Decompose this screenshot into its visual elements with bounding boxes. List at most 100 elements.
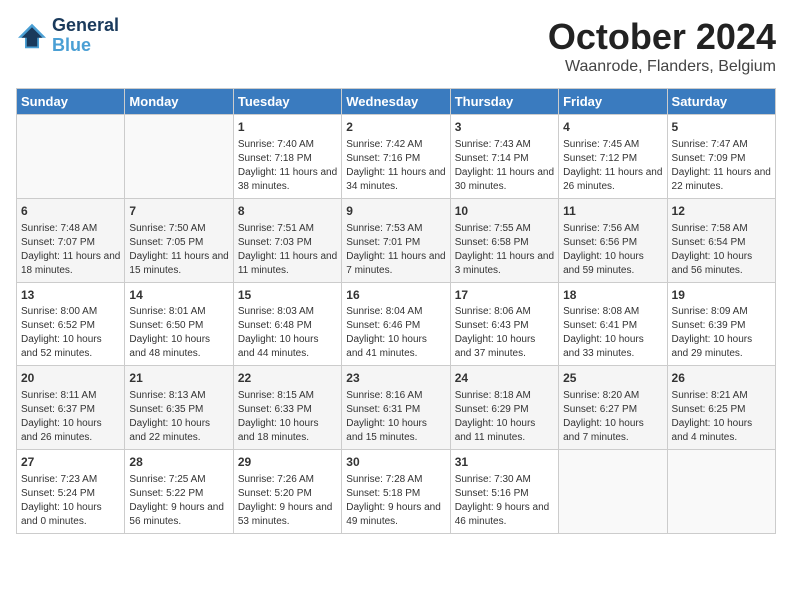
day-info: Sunrise: 7:30 AM Sunset: 5:16 PM Dayligh…: [455, 473, 554, 529]
calendar-cell: 1 Sunrise: 7:40 AM Sunset: 7:18 PM Daylig…: [233, 115, 341, 199]
calendar-cell: [17, 115, 125, 199]
day-info: Sunrise: 7:43 AM Sunset: 7:14 PM Dayligh…: [455, 138, 554, 194]
day-number: 27: [21, 454, 120, 471]
calendar-cell: 31 Sunrise: 7:30 AM Sunset: 5:16 PM Dayli…: [450, 450, 558, 534]
calendar-cell: [559, 450, 667, 534]
calendar-cell: 8 Sunrise: 7:51 AM Sunset: 7:03 PM Daylig…: [233, 198, 341, 282]
calendar-cell: 12 Sunrise: 7:58 AM Sunset: 6:54 PM Dayli…: [667, 198, 775, 282]
calendar-cell: 24Sunrise: 8:18 AM Sunset: 6:29 PM Dayli…: [450, 366, 558, 450]
weekday-header: Sunday: [17, 89, 125, 115]
calendar-week-row: 27 Sunrise: 7:23 AM Sunset: 5:24 PM Dayli…: [17, 450, 776, 534]
day-info: Sunrise: 7:42 AM Sunset: 7:16 PM Dayligh…: [346, 138, 445, 194]
day-number: 2: [346, 119, 445, 136]
calendar-cell: 4Sunrise: 7:45 AM Sunset: 7:12 PM Daylig…: [559, 115, 667, 199]
day-info: Sunrise: 8:03 AM Sunset: 6:48 PM Dayligh…: [238, 305, 337, 361]
day-number: 6: [21, 203, 120, 220]
day-info: Sunrise: 8:11 AM Sunset: 6:37 PM Dayligh…: [21, 389, 120, 445]
day-info: Sunrise: 8:06 AM Sunset: 6:43 PM Dayligh…: [455, 305, 554, 361]
day-number: 25: [563, 370, 662, 387]
day-number: 11: [563, 203, 662, 220]
day-number: 13: [21, 287, 120, 304]
day-number: 30: [346, 454, 445, 471]
calendar-week-row: 20 Sunrise: 8:11 AM Sunset: 6:37 PM Dayli…: [17, 366, 776, 450]
calendar-cell: 2 Sunrise: 7:42 AM Sunset: 7:16 PM Daylig…: [342, 115, 450, 199]
calendar-cell: 22Sunrise: 8:15 AM Sunset: 6:33 PM Dayli…: [233, 366, 341, 450]
calendar-cell: 11 Sunrise: 7:56 AM Sunset: 6:56 PM Dayli…: [559, 198, 667, 282]
calendar-cell: 6 Sunrise: 7:48 AM Sunset: 7:07 PM Daylig…: [17, 198, 125, 282]
day-number: 18: [563, 287, 662, 304]
day-info: Sunrise: 7:55 AM Sunset: 6:58 PM Dayligh…: [455, 222, 554, 278]
month-title: October 2024: [548, 16, 776, 58]
day-number: 21: [129, 370, 228, 387]
calendar-cell: 15Sunrise: 8:03 AM Sunset: 6:48 PM Dayli…: [233, 282, 341, 366]
weekday-header: Friday: [559, 89, 667, 115]
day-number: 19: [672, 287, 771, 304]
calendar-cell: 3 Sunrise: 7:43 AM Sunset: 7:14 PM Daylig…: [450, 115, 558, 199]
day-number: 28: [129, 454, 228, 471]
day-number: 14: [129, 287, 228, 304]
day-number: 20: [21, 370, 120, 387]
day-info: Sunrise: 8:01 AM Sunset: 6:50 PM Dayligh…: [129, 305, 228, 361]
day-number: 5: [672, 119, 771, 136]
logo-text: GeneralBlue: [52, 16, 119, 56]
day-info: Sunrise: 7:50 AM Sunset: 7:05 PM Dayligh…: [129, 222, 228, 278]
calendar-cell: 19Sunrise: 8:09 AM Sunset: 6:39 PM Dayli…: [667, 282, 775, 366]
calendar-cell: 17Sunrise: 8:06 AM Sunset: 6:43 PM Dayli…: [450, 282, 558, 366]
weekday-header: Saturday: [667, 89, 775, 115]
calendar-cell: 7 Sunrise: 7:50 AM Sunset: 7:05 PM Daylig…: [125, 198, 233, 282]
day-info: Sunrise: 7:25 AM Sunset: 5:22 PM Dayligh…: [129, 473, 228, 529]
calendar-cell: 21 Sunrise: 8:13 AM Sunset: 6:35 PM Dayli…: [125, 366, 233, 450]
day-number: 29: [238, 454, 337, 471]
location: Waanrode, Flanders, Belgium: [548, 58, 776, 76]
day-info: Sunrise: 8:20 AM Sunset: 6:27 PM Dayligh…: [563, 389, 662, 445]
day-info: Sunrise: 8:16 AM Sunset: 6:31 PM Dayligh…: [346, 389, 445, 445]
weekday-header-row: SundayMondayTuesdayWednesdayThursdayFrid…: [17, 89, 776, 115]
day-info: Sunrise: 8:04 AM Sunset: 6:46 PM Dayligh…: [346, 305, 445, 361]
day-number: 12: [672, 203, 771, 220]
calendar-cell: 9 Sunrise: 7:53 AM Sunset: 7:01 PM Daylig…: [342, 198, 450, 282]
day-info: Sunrise: 8:08 AM Sunset: 6:41 PM Dayligh…: [563, 305, 662, 361]
calendar-cell: 30 Sunrise: 7:28 AM Sunset: 5:18 PM Dayli…: [342, 450, 450, 534]
calendar-cell: [667, 450, 775, 534]
calendar-cell: 10 Sunrise: 7:55 AM Sunset: 6:58 PM Dayli…: [450, 198, 558, 282]
day-number: 9: [346, 203, 445, 220]
logo-icon: [16, 22, 48, 50]
day-number: 26: [672, 370, 771, 387]
day-info: Sunrise: 8:13 AM Sunset: 6:35 PM Dayligh…: [129, 389, 228, 445]
calendar-week-row: 13Sunrise: 8:00 AM Sunset: 6:52 PM Dayli…: [17, 282, 776, 366]
calendar-cell: 28 Sunrise: 7:25 AM Sunset: 5:22 PM Dayli…: [125, 450, 233, 534]
day-info: Sunrise: 7:40 AM Sunset: 7:18 PM Dayligh…: [238, 138, 337, 194]
calendar-cell: 20 Sunrise: 8:11 AM Sunset: 6:37 PM Dayli…: [17, 366, 125, 450]
day-number: 8: [238, 203, 337, 220]
day-number: 23: [346, 370, 445, 387]
day-info: Sunrise: 7:58 AM Sunset: 6:54 PM Dayligh…: [672, 222, 771, 278]
calendar-cell: 27 Sunrise: 7:23 AM Sunset: 5:24 PM Dayli…: [17, 450, 125, 534]
page-header: GeneralBlue October 2024 Waanrode, Fland…: [16, 16, 776, 76]
calendar-cell: 29 Sunrise: 7:26 AM Sunset: 5:20 PM Dayli…: [233, 450, 341, 534]
weekday-header: Wednesday: [342, 89, 450, 115]
day-info: Sunrise: 7:23 AM Sunset: 5:24 PM Dayligh…: [21, 473, 120, 529]
day-info: Sunrise: 7:28 AM Sunset: 5:18 PM Dayligh…: [346, 473, 445, 529]
title-block: October 2024 Waanrode, Flanders, Belgium: [548, 16, 776, 76]
day-number: 1: [238, 119, 337, 136]
day-number: 3: [455, 119, 554, 136]
day-number: 10: [455, 203, 554, 220]
day-info: Sunrise: 7:51 AM Sunset: 7:03 PM Dayligh…: [238, 222, 337, 278]
weekday-header: Thursday: [450, 89, 558, 115]
calendar-cell: 26Sunrise: 8:21 AM Sunset: 6:25 PM Dayli…: [667, 366, 775, 450]
calendar-cell: 14Sunrise: 8:01 AM Sunset: 6:50 PM Dayli…: [125, 282, 233, 366]
day-info: Sunrise: 7:53 AM Sunset: 7:01 PM Dayligh…: [346, 222, 445, 278]
day-number: 24: [455, 370, 554, 387]
day-number: 31: [455, 454, 554, 471]
weekday-header: Monday: [125, 89, 233, 115]
calendar-cell: 18Sunrise: 8:08 AM Sunset: 6:41 PM Dayli…: [559, 282, 667, 366]
calendar-cell: 5Sunrise: 7:47 AM Sunset: 7:09 PM Daylig…: [667, 115, 775, 199]
day-number: 7: [129, 203, 228, 220]
day-info: Sunrise: 7:26 AM Sunset: 5:20 PM Dayligh…: [238, 473, 337, 529]
calendar-week-row: 6 Sunrise: 7:48 AM Sunset: 7:07 PM Daylig…: [17, 198, 776, 282]
calendar-week-row: 1 Sunrise: 7:40 AM Sunset: 7:18 PM Daylig…: [17, 115, 776, 199]
calendar-table: SundayMondayTuesdayWednesdayThursdayFrid…: [16, 88, 776, 534]
day-info: Sunrise: 7:56 AM Sunset: 6:56 PM Dayligh…: [563, 222, 662, 278]
day-info: Sunrise: 7:48 AM Sunset: 7:07 PM Dayligh…: [21, 222, 120, 278]
calendar-cell: 25 Sunrise: 8:20 AM Sunset: 6:27 PM Dayli…: [559, 366, 667, 450]
